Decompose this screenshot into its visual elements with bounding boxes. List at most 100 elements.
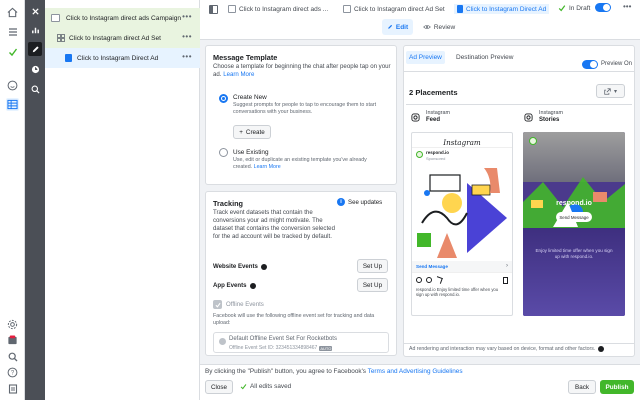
story-caption: Enjoy limited time offer when you sign u… [535, 248, 613, 259]
avatar [416, 151, 423, 158]
bookmark-icon[interactable] [503, 277, 508, 284]
edit-pencil-icon [388, 24, 392, 29]
chart-icon[interactable] [28, 23, 42, 37]
website-events-setup-button[interactable]: Set Up [357, 259, 388, 273]
learn-more-link[interactable]: Learn More [223, 71, 254, 78]
tree-item-adset[interactable]: Click to Instagram direct Ad Set ••• [45, 28, 200, 48]
stories-placement-label: Instagram Stories [524, 110, 563, 124]
instagram-logo: Instagram [443, 138, 481, 147]
campaign-tree: Click to Instagram direct ads Campaign •… [45, 0, 200, 400]
event-set-radio[interactable] [219, 338, 226, 345]
settings-icon[interactable] [6, 318, 19, 331]
publish-button[interactable]: Publish [600, 380, 634, 394]
draft-toggle[interactable] [595, 3, 611, 12]
review-tab[interactable]: Review [420, 19, 458, 35]
comment-icon[interactable] [426, 277, 432, 283]
breadcrumb-adset[interactable]: Click to Instagram direct Ad Set [343, 5, 445, 13]
footer: By clicking the "Publish" button, you ag… [200, 364, 640, 400]
offline-event-set-row: Default Offline Event Set For Rocketbots… [213, 332, 389, 353]
more-options-icon[interactable]: ••• [623, 3, 631, 11]
use-existing-description: Use, edit or duplicate an existing templ… [233, 157, 367, 170]
offline-events-label: Offline Events [226, 301, 264, 308]
feed-preview: Instagram respond.io Sponsored Send Mess… [411, 132, 513, 316]
tool-strip [25, 0, 45, 400]
chevron-right-icon: › [506, 263, 508, 269]
save-status: All edits saved [240, 383, 291, 390]
more-options-icon[interactable]: ••• [182, 53, 192, 61]
instagram-icon [411, 112, 420, 122]
preview-toggle[interactable] [582, 60, 598, 69]
close-icon[interactable] [28, 4, 42, 18]
tracking-description: Track event datasets that contain the co… [213, 209, 335, 240]
grid-icon [57, 34, 65, 42]
feed-placement-label: Instagram Feed [411, 110, 450, 124]
zoom-icon[interactable] [28, 82, 42, 96]
tree-item-ad[interactable]: Click to Instagram Direct Ad ••• [45, 48, 200, 68]
message-template-card: Message Template Choose a template for b… [205, 45, 397, 185]
checkmark-icon [6, 45, 19, 58]
help-icon[interactable]: ? [6, 366, 19, 379]
checkmark-icon [215, 302, 221, 308]
story-brand: respond.io [556, 200, 592, 207]
eye-icon [423, 25, 431, 29]
section-title: Message Template [213, 53, 278, 62]
reports-icon[interactable] [6, 382, 19, 395]
more-options-icon[interactable]: ••• [182, 13, 192, 21]
create-template-button[interactable]: + Create [233, 125, 271, 139]
share-icon[interactable] [435, 276, 443, 284]
panel-toggle-icon[interactable] [209, 5, 218, 14]
preview-on-label: Preview On [601, 61, 633, 67]
info-icon [249, 282, 256, 289]
preview-panel: Ad Preview Destination Preview Preview O… [403, 45, 635, 357]
edit-pencil-icon[interactable] [28, 42, 42, 56]
see-updates-link[interactable]: i See updates [337, 198, 382, 206]
table-icon[interactable] [6, 98, 19, 111]
tree-item-campaign[interactable]: Click to Instagram direct ads Campaign •… [45, 8, 200, 28]
search-icon[interactable] [6, 350, 19, 363]
website-events-label: Website Events [213, 263, 267, 270]
status-badge: In Draft [558, 4, 590, 12]
edit-tab[interactable]: Edit [382, 19, 413, 35]
tree-item-label: Click to Instagram direct Ad Set [69, 34, 161, 42]
plus-icon: + [239, 128, 243, 136]
breadcrumb-campaign[interactable]: Click to Instagram direct ads ... [228, 5, 328, 13]
create-new-radio[interactable] [219, 94, 228, 103]
close-button[interactable]: Close [205, 380, 233, 394]
tree-item-label: Click to Instagram direct ads Campaign [66, 14, 182, 22]
back-button[interactable]: Back [568, 380, 596, 394]
breadcrumb-label: Click to Instagram direct ads ... [239, 5, 329, 13]
heart-icon[interactable] [416, 277, 422, 283]
use-existing-label: Use Existing [233, 149, 269, 156]
use-existing-radio[interactable] [219, 148, 228, 157]
tab-ad-preview[interactable]: Ad Preview [406, 51, 445, 64]
notifications-icon[interactable] [6, 334, 19, 347]
story-send-message-button[interactable]: Send Message [556, 212, 592, 222]
tab-destination-preview[interactable]: Destination Preview [456, 54, 513, 61]
event-set-id: Offline Event Set ID: 323451334898467 AU… [229, 345, 333, 351]
more-options-icon[interactable]: ••• [182, 33, 192, 41]
section-title: Tracking [213, 199, 244, 208]
learn-more-link[interactable]: Learn More [254, 164, 281, 170]
create-new-label: Create New [233, 94, 267, 101]
offline-events-checkbox[interactable] [213, 300, 222, 309]
send-message-bar[interactable]: Send Message › [412, 261, 512, 273]
clock-icon[interactable] [28, 62, 42, 76]
section-description: Choose a template for beginning the chat… [213, 63, 391, 78]
share-preview-button[interactable]: ▾ [596, 84, 625, 98]
offline-description: Facebook will use the following offline … [213, 313, 375, 326]
divider [404, 343, 634, 344]
terms-notice: By clicking the "Publish" button, you ag… [205, 368, 463, 375]
share-icon [604, 87, 611, 95]
ad-icon [65, 54, 72, 62]
app-events-setup-button[interactable]: Set Up [357, 278, 388, 292]
info-icon [598, 346, 605, 352]
chevron-down-icon: ▾ [613, 88, 617, 95]
terms-link[interactable]: Terms and Advertising Guidelines [368, 368, 463, 375]
emoji-icon[interactable] [6, 79, 19, 92]
breadcrumb-ad[interactable]: Click to Instagram Direct Ad [454, 4, 550, 14]
stories-preview: respond.io Send Message Enjoy limited ti… [523, 132, 625, 316]
info-icon: i [337, 198, 345, 206]
menu-icon[interactable] [6, 25, 19, 38]
home-icon[interactable] [6, 6, 19, 19]
grid-icon [343, 5, 351, 13]
